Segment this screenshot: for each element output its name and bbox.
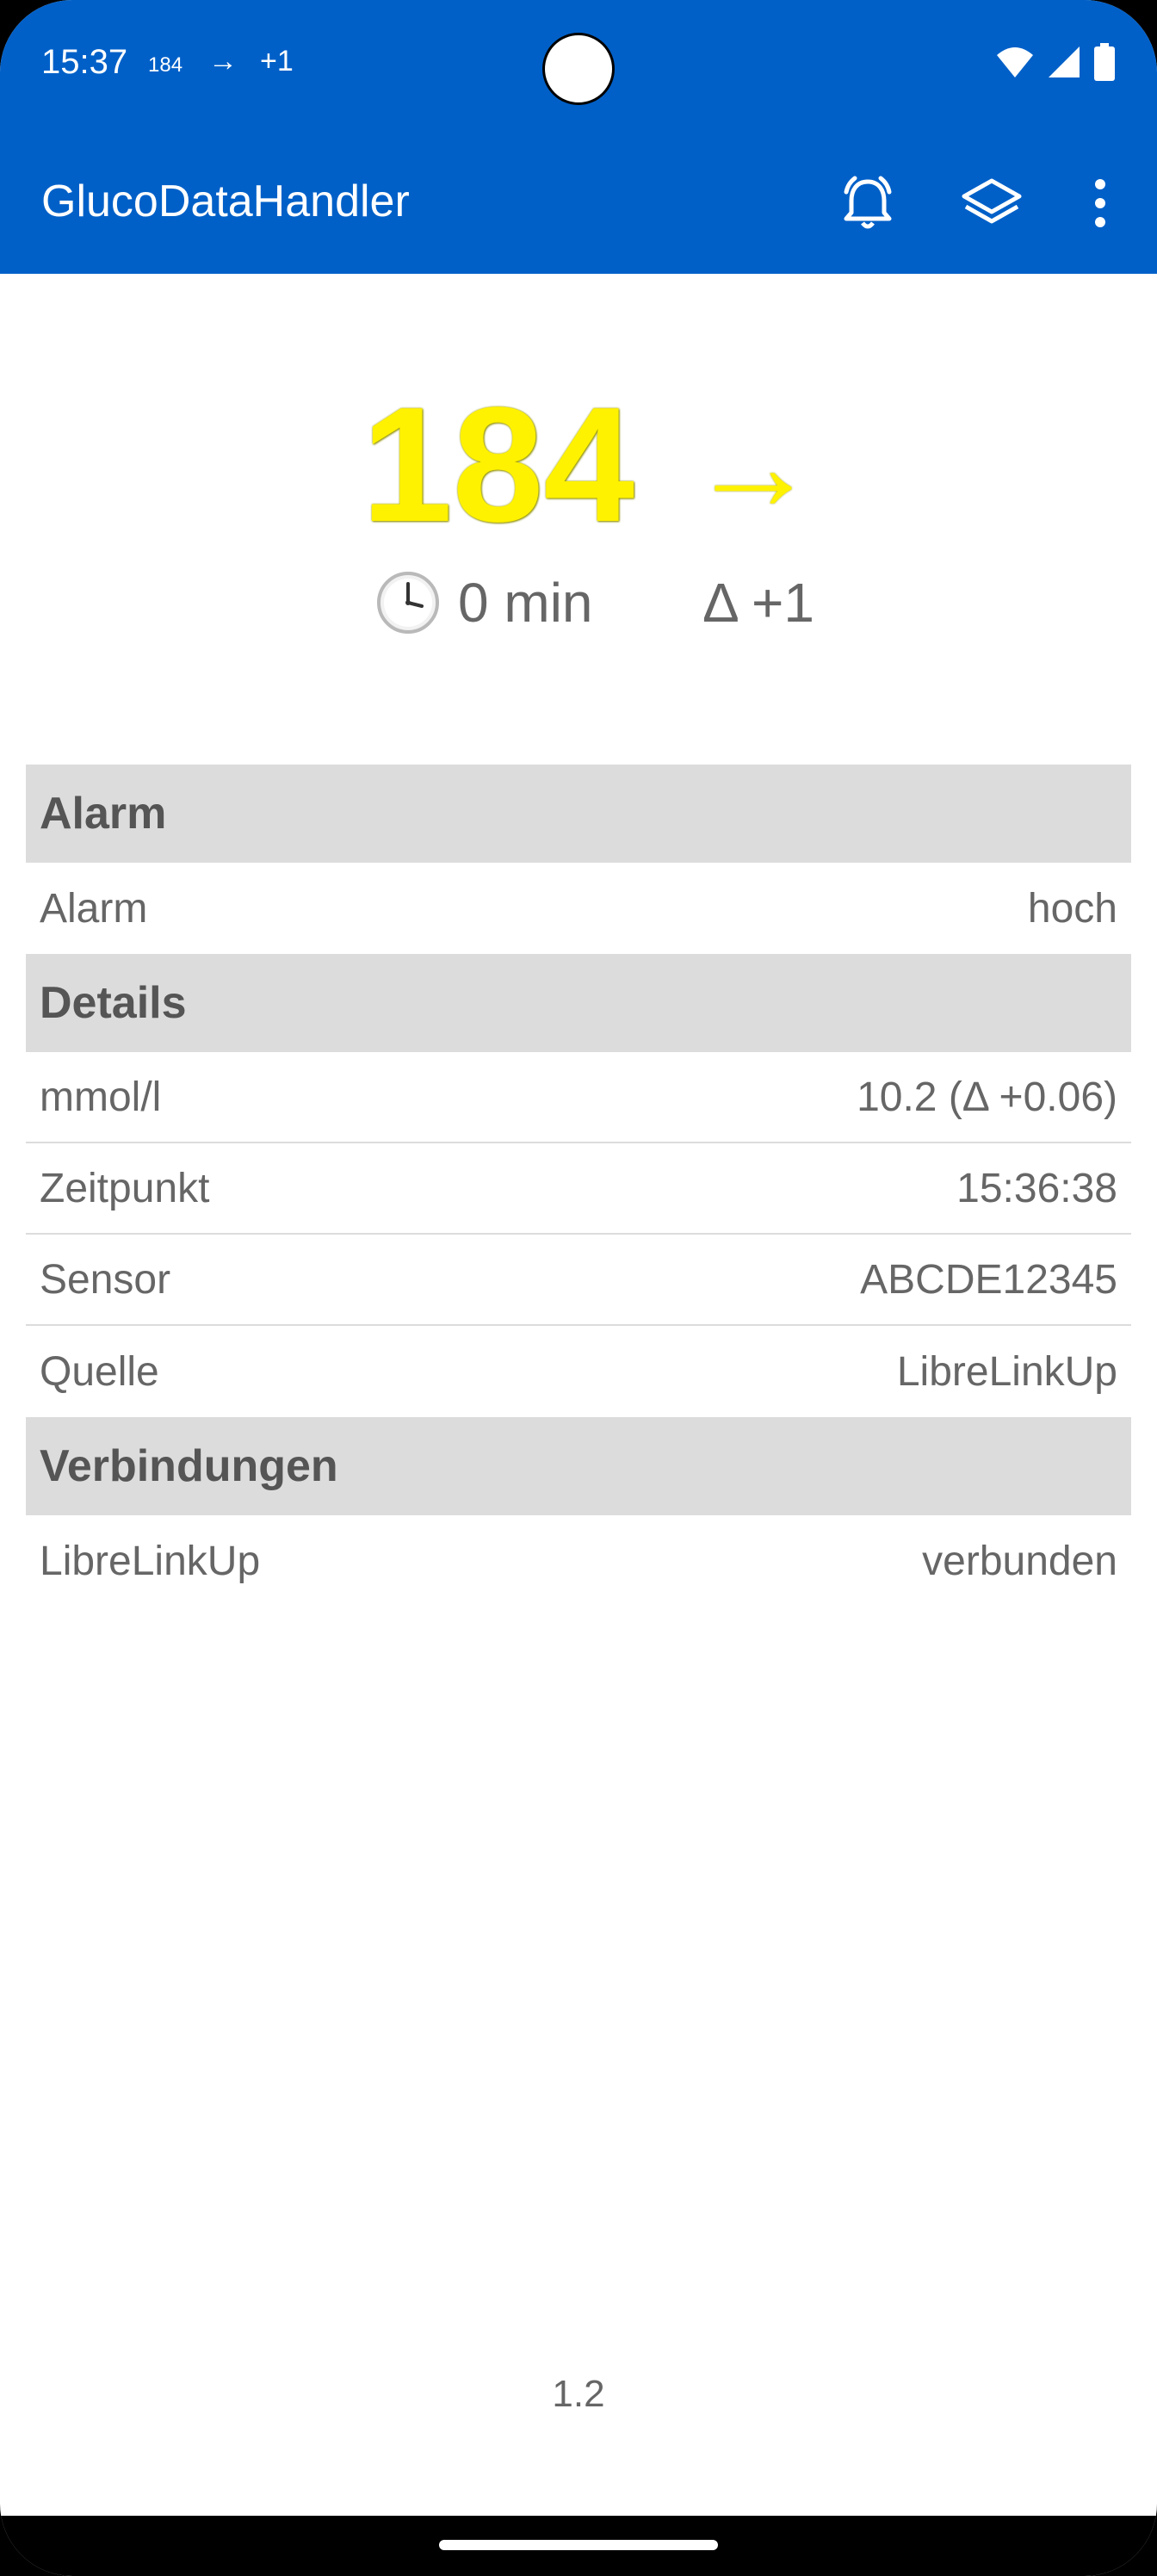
- glucose-value: 184: [362, 374, 635, 556]
- row-zeitpunkt: Zeitpunkt 15:36:38: [26, 1143, 1131, 1235]
- row-value: LibreLinkUp: [896, 1348, 1117, 1395]
- more-vert-icon: [1095, 179, 1105, 227]
- section-details-header: Details: [26, 954, 1131, 1052]
- status-icons: [995, 43, 1116, 81]
- layers-button[interactable]: [957, 169, 1026, 238]
- row-label: Zeitpunkt: [40, 1165, 210, 1211]
- row-alarm: Alarm hoch: [26, 863, 1131, 954]
- status-bar: 15:37 184 → +1: [0, 0, 1157, 129]
- row-sensor: Sensor ABCDE12345: [26, 1235, 1131, 1326]
- row-label: LibreLinkUp: [40, 1538, 261, 1584]
- section-alarm-header: Alarm: [26, 765, 1131, 863]
- status-delta: +1: [260, 45, 294, 77]
- version-label: 1.2: [552, 2373, 605, 2415]
- alarm-bell-icon: [844, 176, 892, 229]
- row-value: hoch: [1027, 885, 1117, 932]
- app-title: GlucoDataHandler: [41, 176, 410, 226]
- home-indicator[interactable]: [439, 2540, 718, 2550]
- signal-icon: [1049, 46, 1080, 77]
- section-connections-header: Verbindungen: [26, 1417, 1131, 1515]
- row-value: 15:36:38: [956, 1165, 1117, 1211]
- row-label: Alarm: [40, 885, 148, 932]
- layers-icon: [962, 178, 1022, 224]
- alarm-bell-button[interactable]: [833, 169, 902, 238]
- status-trend-arrow: →: [208, 45, 238, 77]
- row-label: Sensor: [40, 1256, 171, 1303]
- more-options-button[interactable]: [1066, 169, 1135, 238]
- battery-icon: [1094, 43, 1115, 81]
- time-ago: 0 min: [458, 572, 593, 634]
- row-label: mmol/l: [40, 1074, 162, 1120]
- app-header: 15:37 184 → +1 GlucoDataHandler: [0, 0, 1157, 274]
- row-value: 10.2 (Δ +0.06): [857, 1074, 1117, 1120]
- status-time: 15:37: [41, 43, 128, 81]
- wifi-icon: [997, 47, 1033, 77]
- row-value: ABCDE12345: [860, 1256, 1117, 1303]
- status-glucose-value: 184: [148, 53, 183, 77]
- row-label: Quelle: [40, 1348, 159, 1395]
- trend-arrow: →: [689, 393, 818, 537]
- row-librelinkup: LibreLinkUp verbunden: [26, 1515, 1131, 1607]
- app-screen: 15:37 184 → +1 GlucoDataHandler 184 → 0 …: [0, 0, 1157, 2576]
- row-value: verbunden: [922, 1538, 1117, 1584]
- glucose-display: 184 → 0 min Δ +1: [0, 362, 1157, 654]
- info-table: Alarm Alarm hoch Details mmol/l 10.2 (Δ …: [26, 765, 1131, 1607]
- camera-cutout: [542, 33, 615, 105]
- glucose-delta: Δ +1: [702, 572, 814, 634]
- clock-icon: [377, 572, 439, 634]
- row-quelle: Quelle LibreLinkUp: [26, 1326, 1131, 1417]
- row-mmol: mmol/l 10.2 (Δ +0.06): [26, 1052, 1131, 1143]
